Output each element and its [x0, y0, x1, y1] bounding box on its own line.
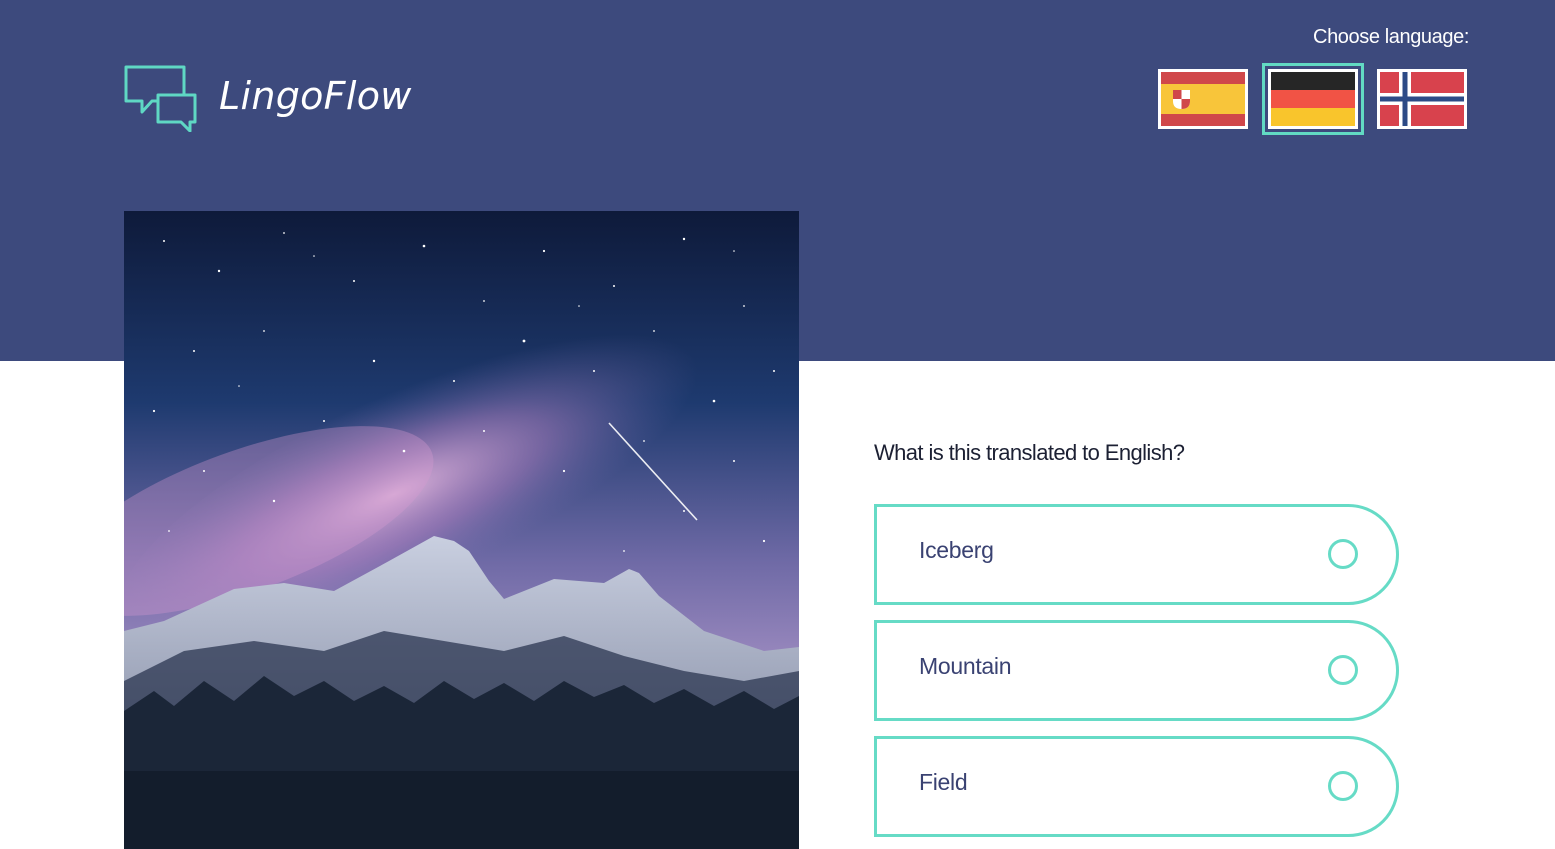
- answer-label: Mountain: [919, 653, 1012, 679]
- language-label: Choose language:: [1313, 26, 1469, 48]
- quiz-question: What is this translated to English?: [874, 440, 1185, 465]
- quiz-image: [124, 211, 799, 849]
- flag-norwegian-button[interactable]: [1377, 69, 1467, 129]
- answer-option-iceberg[interactable]: Iceberg: [874, 504, 1399, 605]
- germany-flag-icon: [1268, 69, 1358, 129]
- brand-name: LingoFlow: [219, 74, 412, 118]
- spain-flag-icon: [1158, 69, 1248, 129]
- answer-label: Field: [919, 769, 968, 795]
- radio-icon[interactable]: [1328, 539, 1358, 569]
- flag-german-button[interactable]: [1262, 63, 1364, 135]
- brand-logo[interactable]: LingoFlow: [124, 64, 412, 132]
- norway-flag-icon: [1377, 69, 1467, 129]
- answer-option-field[interactable]: Field: [874, 736, 1399, 837]
- answer-label: Iceberg: [919, 537, 994, 563]
- radio-icon[interactable]: [1328, 771, 1358, 801]
- radio-icon[interactable]: [1328, 655, 1358, 685]
- starry-mountain-image: [124, 211, 799, 849]
- language-flags: [1158, 63, 1470, 135]
- chat-bubbles-icon: [124, 64, 198, 132]
- flag-spanish-button[interactable]: [1158, 69, 1248, 129]
- answer-option-mountain[interactable]: Mountain: [874, 620, 1399, 721]
